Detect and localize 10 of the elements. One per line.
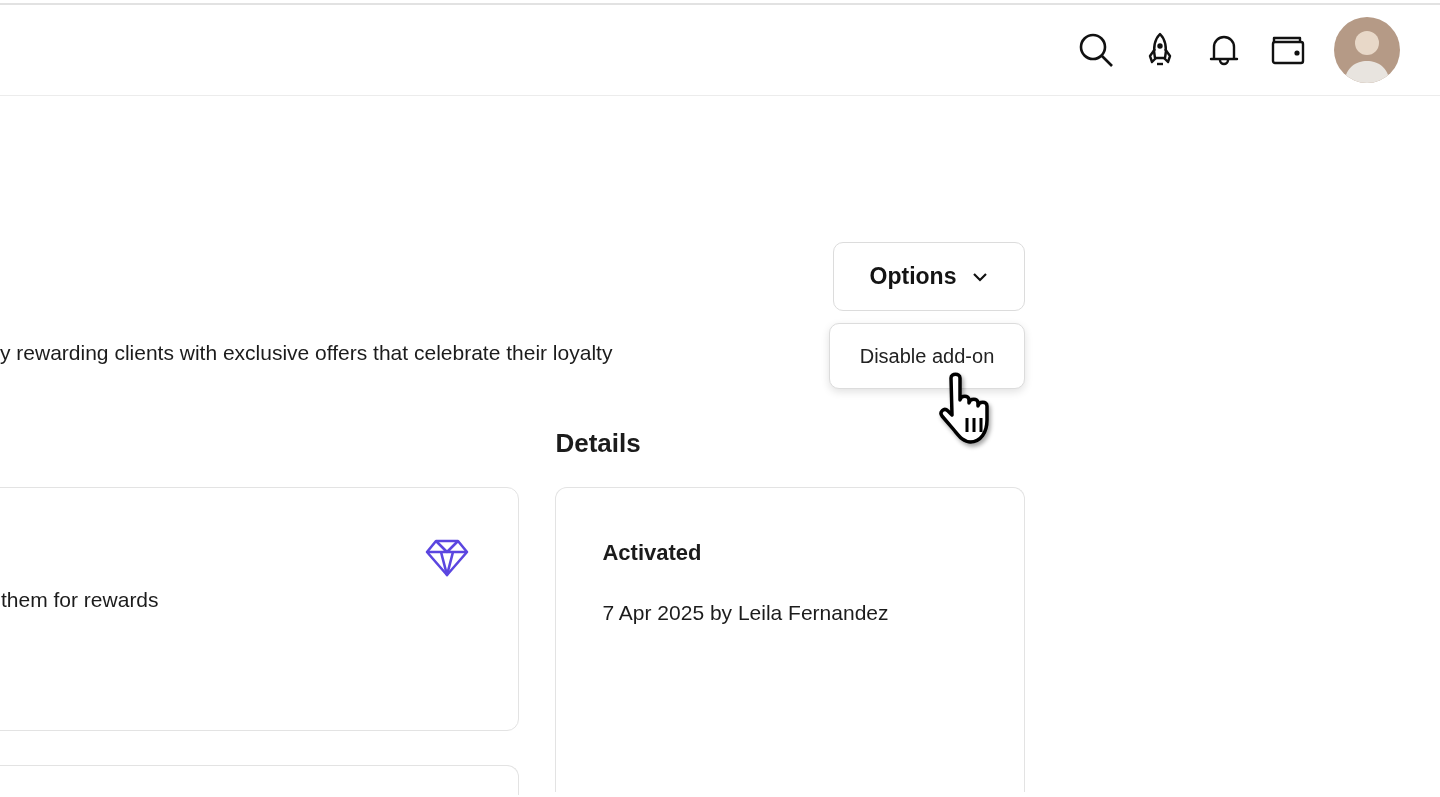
options-button[interactable]: Options [833,242,1025,311]
menu-item[interactable]: Disable add-on [829,323,1025,389]
activated-label: Activated [602,538,703,567]
activation-info: 7 Apr 2025 by Leila Fernandez [602,599,890,626]
diamond-icon [424,537,471,578]
card-description: them for rewards [1,586,160,613]
description-text: y rewarding clients with exclusive offers that celebrate their loyalty [0,340,613,366]
search-icon[interactable] [1078,32,1114,68]
chevron-down-icon [972,271,989,282]
details-heading: Details [555,426,642,459]
